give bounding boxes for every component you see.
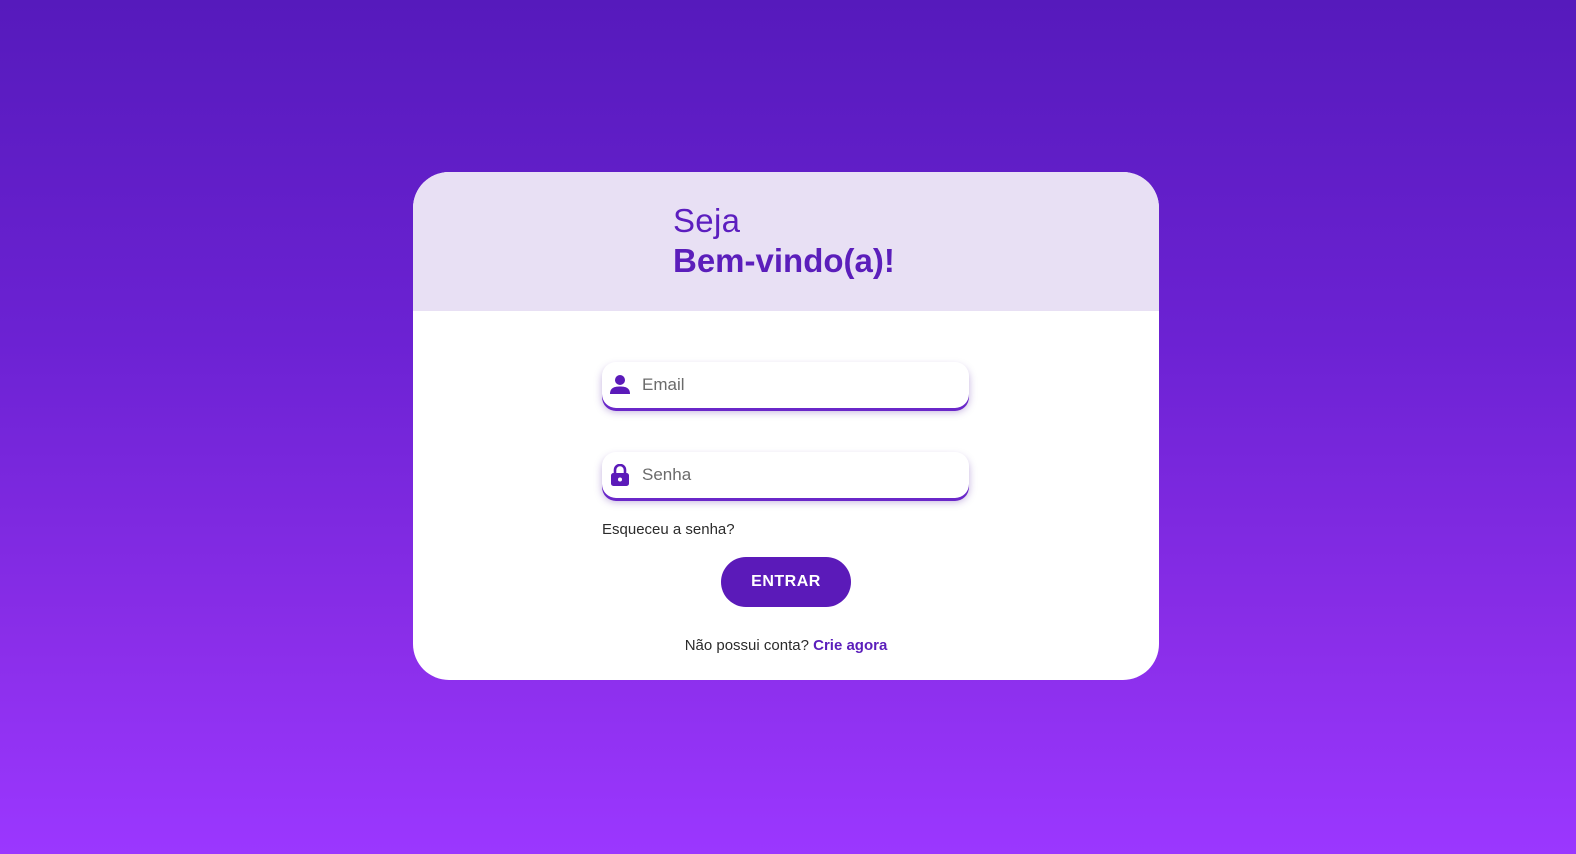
user-icon bbox=[610, 374, 630, 396]
password-field[interactable] bbox=[602, 452, 969, 498]
login-button[interactable]: ENTRAR bbox=[721, 557, 851, 607]
email-input[interactable] bbox=[642, 362, 952, 408]
signup-prompt: Não possui conta? Crie agora bbox=[413, 637, 1159, 654]
lock-icon bbox=[610, 463, 630, 486]
greeting-text: Seja bbox=[673, 202, 741, 239]
login-card: Seja Bem-vindo(a)! Esqueceu a senha? ENT… bbox=[413, 172, 1159, 680]
email-field[interactable] bbox=[602, 362, 969, 408]
signup-text: Não possui conta? bbox=[684, 637, 809, 654]
welcome-title: Bem-vindo(a)! bbox=[673, 242, 895, 279]
password-input[interactable] bbox=[642, 452, 952, 498]
signup-link[interactable]: Crie agora bbox=[813, 637, 887, 654]
forgot-password-link[interactable]: Esqueceu a senha? bbox=[602, 521, 735, 538]
welcome-header: Seja Bem-vindo(a)! bbox=[413, 172, 1159, 311]
